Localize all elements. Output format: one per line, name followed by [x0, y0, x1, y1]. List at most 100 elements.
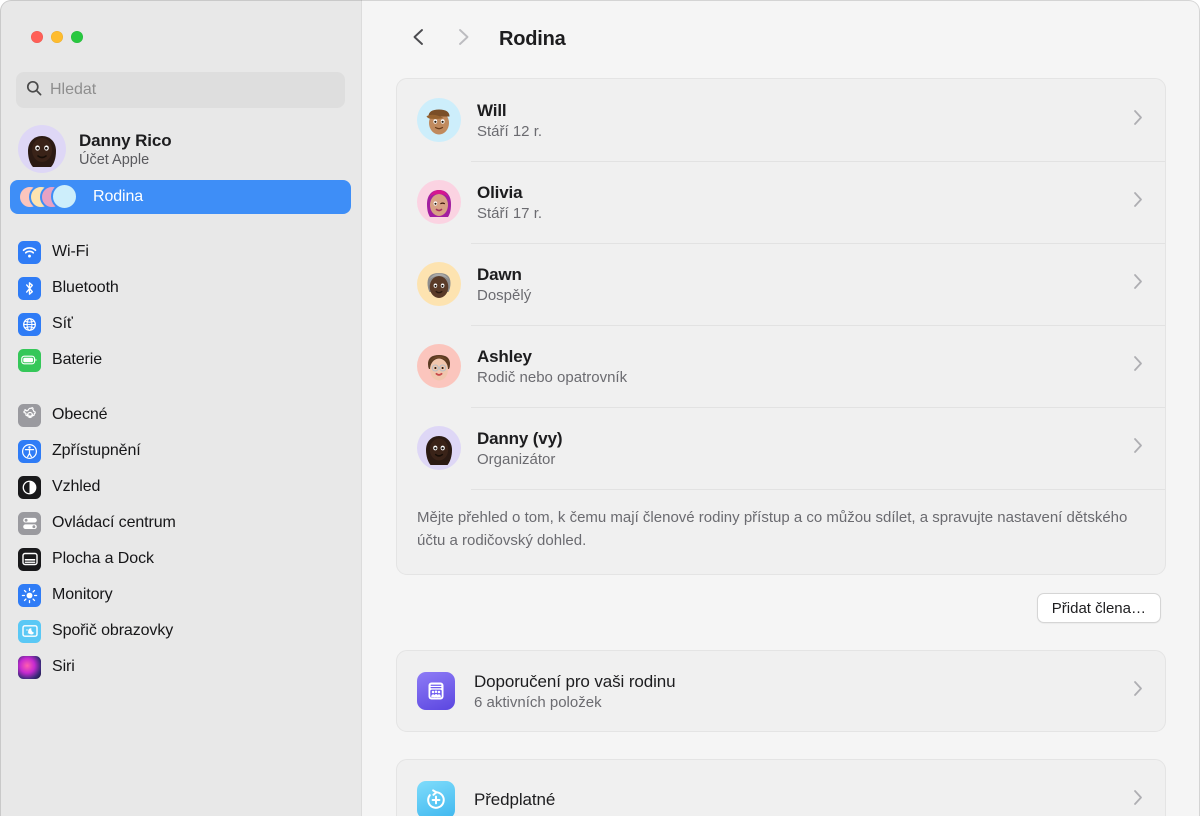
control-center-icon: [18, 511, 41, 535]
sidebar-scroll-area[interactable]: Danny Rico Účet Apple Rodina Wi-Fi Bluet…: [0, 118, 361, 816]
back-button[interactable]: [397, 19, 441, 59]
section-subtitle: 6 aktivních položek: [474, 693, 602, 711]
sidebar-item-desktop-dock[interactable]: Plocha a Dock: [10, 542, 351, 576]
sidebar-item-label: Obecné: [52, 406, 108, 423]
appearance-icon: [18, 475, 41, 499]
member-name: Danny (vy): [477, 428, 563, 448]
search-container: [0, 72, 361, 108]
chevron-right-icon: [1133, 191, 1143, 213]
search-field[interactable]: [16, 72, 345, 108]
sidebar-divider: [10, 379, 351, 398]
chevron-right-icon: [1133, 109, 1143, 131]
member-name: Dawn: [477, 264, 522, 284]
wifi-icon: [18, 240, 41, 264]
family-member-row[interactable]: Dawn Dospělý: [397, 243, 1165, 325]
sidebar: Danny Rico Účet Apple Rodina: [0, 0, 362, 816]
sidebar-item-general[interactable]: Obecné: [10, 398, 351, 432]
sidebar-item-wifi[interactable]: Wi-Fi: [10, 235, 351, 269]
account-name: Danny Rico: [79, 130, 172, 150]
displays-brightness-icon: [18, 583, 41, 607]
subscriptions-icon: [417, 781, 455, 816]
family-members-card: Will Stáří 12 r. Olivia Stáří 17 r. Dawn…: [396, 78, 1166, 575]
member-name: Olivia: [477, 182, 523, 202]
content-area: Will Stáří 12 r. Olivia Stáří 17 r. Dawn…: [362, 78, 1200, 816]
avatar: [417, 426, 461, 470]
family-avatars-icon: [18, 183, 82, 211]
family-description: Mějte přehled o tom, k čemu mají členové…: [397, 489, 1165, 574]
sidebar-item-label: Siri: [52, 658, 75, 675]
sidebar-item-label: Ovládací centrum: [52, 514, 176, 531]
sidebar-item-label: Rodina: [93, 188, 144, 205]
member-name: Will: [477, 100, 507, 120]
sidebar-divider: [10, 216, 351, 235]
sidebar-item-battery[interactable]: Baterie: [10, 343, 351, 377]
search-icon: [26, 80, 42, 101]
sidebar-item-bluetooth[interactable]: Bluetooth: [10, 271, 351, 305]
avatar: [417, 344, 461, 388]
section-title: Předplatné: [474, 790, 556, 809]
main-content: Rodina Will Stáří 12 r. Olivia Stáří 17 …: [362, 0, 1200, 816]
chevron-right-icon: [455, 27, 471, 52]
chevron-right-icon: [1133, 355, 1143, 377]
member-role: Organizátor: [477, 450, 556, 468]
avatar: [417, 180, 461, 224]
sidebar-item-label: Plocha a Dock: [52, 550, 154, 567]
sidebar-item-accessibility[interactable]: Zpřístupnění: [10, 434, 351, 468]
gear-icon: [18, 403, 41, 427]
chevron-right-icon: [1133, 437, 1143, 459]
sidebar-item-label: Spořič obrazovky: [52, 622, 174, 639]
siri-icon: [18, 655, 41, 679]
sidebar-item-label: Baterie: [52, 351, 102, 368]
sidebar-item-label: Wi-Fi: [52, 243, 89, 260]
sidebar-item-control-center[interactable]: Ovládací centrum: [10, 506, 351, 540]
family-member-row[interactable]: Will Stáří 12 r.: [397, 79, 1165, 161]
zoom-button[interactable]: [71, 31, 83, 43]
accessibility-icon: [18, 439, 41, 463]
family-member-row[interactable]: Danny (vy) Organizátor: [397, 407, 1165, 489]
chevron-right-icon: [1133, 789, 1143, 811]
sidebar-item-label: Vzhled: [52, 478, 101, 495]
add-member-button[interactable]: Přidat člena…: [1036, 593, 1161, 623]
toolbar: Rodina: [362, 0, 1200, 78]
sidebar-item-label: Monitory: [52, 586, 113, 603]
member-role: Dospělý: [477, 286, 532, 304]
avatar: [18, 125, 66, 173]
sidebar-item-rodina[interactable]: Rodina: [10, 180, 351, 214]
system-settings-window: Danny Rico Účet Apple Rodina: [0, 0, 1200, 816]
network-globe-icon: [18, 312, 41, 336]
page-title: Rodina: [499, 27, 566, 50]
minimize-button[interactable]: [51, 31, 63, 43]
close-button[interactable]: [31, 31, 43, 43]
search-input[interactable]: [50, 81, 335, 99]
forward-button[interactable]: [441, 19, 485, 59]
section-row-subscriptions[interactable]: Předplatné: [396, 759, 1166, 816]
avatar: [417, 262, 461, 306]
sidebar-item-appearance[interactable]: Vzhled: [10, 470, 351, 504]
chevron-left-icon: [411, 27, 427, 52]
member-name: Ashley: [477, 346, 532, 366]
section-title: Doporučení pro vaši rodinu: [474, 671, 676, 691]
member-role: Stáří 17 r.: [477, 204, 543, 222]
traffic-lights: [0, 0, 361, 72]
sidebar-item-apple-account[interactable]: Danny Rico Účet Apple: [10, 118, 351, 180]
sidebar-item-screen-saver[interactable]: Spořič obrazovky: [10, 614, 351, 648]
family-member-row[interactable]: Ashley Rodič nebo opatrovník: [397, 325, 1165, 407]
sidebar-item-network[interactable]: Síť: [10, 307, 351, 341]
section-row-recommendations[interactable]: Doporučení pro vaši rodinu 6 aktivních p…: [396, 650, 1166, 732]
family-member-row[interactable]: Olivia Stáří 17 r.: [397, 161, 1165, 243]
account-subtitle: Účet Apple: [79, 151, 150, 168]
sidebar-item-label: Bluetooth: [52, 279, 119, 296]
sidebar-item-displays[interactable]: Monitory: [10, 578, 351, 612]
screen-saver-icon: [18, 619, 41, 643]
desktop-dock-icon: [18, 547, 41, 571]
sidebar-item-label: Síť: [52, 315, 73, 332]
sidebar-item-siri[interactable]: Siri: [10, 650, 351, 684]
add-member-row: Přidat člena…: [396, 575, 1166, 623]
chevron-right-icon: [1133, 273, 1143, 295]
member-role: Stáří 12 r.: [477, 122, 543, 140]
sidebar-item-label: Zpřístupnění: [52, 442, 141, 459]
chevron-right-icon: [1133, 680, 1143, 702]
bluetooth-icon: [18, 276, 41, 300]
family-recommendations-icon: [417, 672, 455, 710]
member-role: Rodič nebo opatrovník: [477, 368, 628, 386]
